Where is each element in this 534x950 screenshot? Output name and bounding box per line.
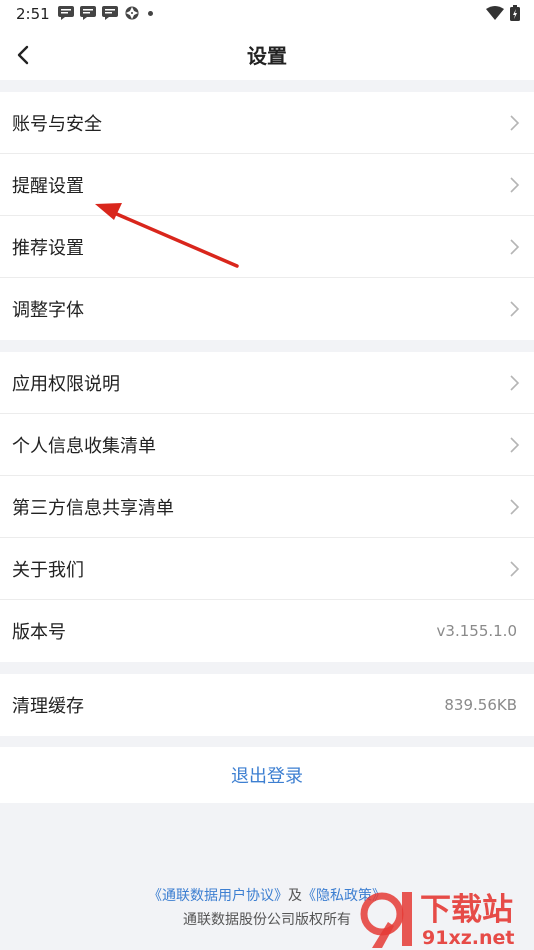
row-label: 推荐设置 (12, 237, 84, 259)
chevron-right-icon (510, 561, 520, 577)
logout-button[interactable]: 退出登录 (231, 762, 303, 788)
message-icon (80, 6, 96, 20)
chevron-right-icon (510, 239, 520, 255)
row-label: 版本号 (12, 622, 66, 643)
battery-icon (510, 5, 520, 21)
nav-bar: 设置 (0, 30, 534, 80)
version-value: v3.155.1.0 (436, 622, 517, 640)
system-icons (486, 5, 520, 21)
logout-bar: 退出登录 (0, 747, 534, 803)
status-time: 2:51 (16, 5, 50, 23)
row-recommend-settings[interactable]: 推荐设置 (0, 216, 534, 278)
chevron-right-icon (510, 115, 520, 131)
row-about-us[interactable]: 关于我们 (0, 538, 534, 600)
row-label: 第三方信息共享清单 (12, 497, 174, 519)
row-label: 关于我们 (12, 559, 84, 581)
watermark-domain: 91xz.net (422, 927, 514, 948)
row-app-permissions[interactable]: 应用权限说明 (0, 352, 534, 414)
more-notifications-dot (148, 10, 153, 16)
row-reminder-settings[interactable]: 提醒设置 (0, 154, 534, 216)
shutter-icon (125, 6, 139, 20)
message-icon (58, 6, 74, 20)
row-version: 版本号 v3.155.1.0 (0, 600, 534, 662)
row-personal-info-list[interactable]: 个人信息收集清单 (0, 414, 534, 476)
row-label: 应用权限说明 (12, 373, 120, 395)
row-third-party-sharing[interactable]: 第三方信息共享清单 (0, 476, 534, 538)
watermark-brand: 下载站 (420, 892, 513, 928)
row-label: 清理缓存 (12, 696, 84, 717)
message-icon (102, 6, 118, 20)
chevron-right-icon (510, 437, 520, 453)
row-clear-cache[interactable]: 清理缓存 839.56KB (0, 674, 534, 736)
row-label: 调整字体 (12, 300, 84, 321)
watermark-logo: 下载站 91xz.net (360, 892, 514, 948)
row-account-security[interactable]: 账号与安全 (0, 92, 534, 154)
status-bar: 2:51 (0, 0, 534, 30)
row-label: 提醒设置 (12, 175, 84, 197)
row-font-size[interactable]: 调整字体 (0, 278, 534, 340)
chevron-right-icon (510, 375, 520, 391)
row-label: 账号与安全 (12, 113, 102, 135)
watermark-mark (360, 892, 412, 948)
wifi-icon (486, 6, 504, 20)
chevron-right-icon (510, 177, 520, 193)
notification-icons (58, 6, 153, 20)
user-agreement-link[interactable]: 《通联数据用户协议》 (148, 888, 288, 904)
settings-group-cache: 清理缓存 839.56KB (0, 674, 534, 736)
chevron-right-icon (510, 301, 520, 317)
settings-group-info: 应用权限说明 个人信息收集清单 第三方信息共享清单 关于我们 版本号 v3.15… (0, 352, 534, 662)
settings-group-account: 账号与安全 提醒设置 推荐设置 调整字体 (0, 92, 534, 340)
footer-conjunction: 及 (288, 888, 302, 904)
cache-size-value: 839.56KB (444, 696, 517, 714)
row-label: 个人信息收集清单 (12, 435, 156, 457)
page-title: 设置 (247, 44, 287, 68)
chevron-right-icon (510, 499, 520, 515)
